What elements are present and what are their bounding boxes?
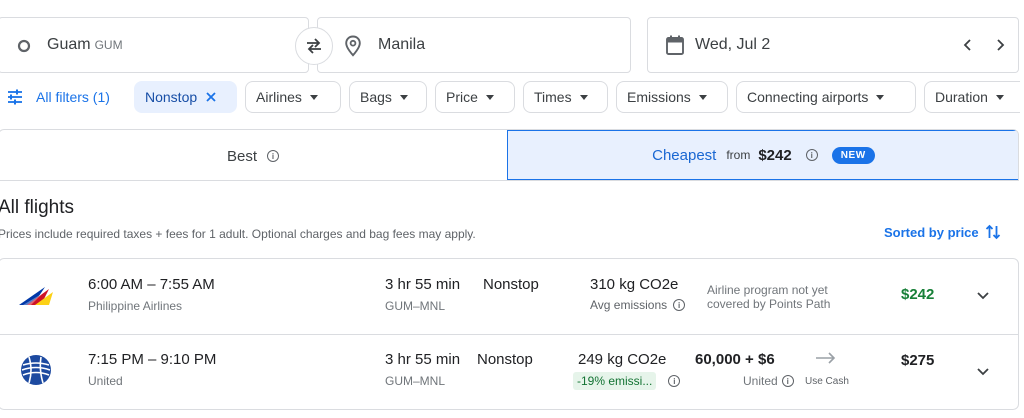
flight-duration: 3 hr 55 min	[385, 276, 461, 293]
chip-emissions[interactable]: Emissions	[616, 81, 728, 113]
all-filters-label: All filters (1)	[36, 89, 110, 105]
flight-stops: Nonstop	[483, 276, 539, 293]
info-icon[interactable]: i	[781, 375, 794, 387]
info-icon[interactable]: i	[267, 150, 279, 162]
points-note-line2: covered by Points Path	[707, 297, 831, 311]
chip-duration-label: Duration	[935, 89, 988, 105]
chevron-right-icon[interactable]	[992, 37, 1008, 53]
sort-tabs: Best i Cheapest from $242 i NEW	[0, 129, 1019, 181]
tab-cheapest-from: from	[726, 148, 751, 162]
flight-co2: 310 kg CO2e	[590, 276, 679, 293]
swap-button[interactable]	[295, 27, 333, 65]
flight-list: 6:00 AM – 7:55 AM Philippine Airlines 3 …	[0, 258, 1019, 410]
chip-emissions-label: Emissions	[627, 89, 691, 105]
flight-stops: Nonstop	[477, 351, 533, 368]
close-icon[interactable]	[205, 91, 217, 103]
chevron-down-icon[interactable]	[969, 357, 997, 385]
filter-sliders-icon	[6, 89, 24, 105]
date-field[interactable]: Wed, Jul 2	[647, 17, 1019, 73]
sort-button[interactable]: Sorted by price	[884, 223, 1001, 241]
chevron-down-icon	[698, 94, 707, 100]
flight-price: $242	[901, 286, 935, 303]
points-note-line1: Airline program not yet	[707, 283, 828, 297]
chevron-down-icon	[485, 94, 494, 100]
chip-duration[interactable]: Duration	[924, 81, 1020, 113]
chevron-down-icon	[876, 94, 885, 100]
sort-label: Sorted by price	[884, 224, 979, 240]
all-filters-button[interactable]: All filters (1)	[6, 81, 110, 113]
origin-field[interactable]: Guam GUM	[0, 17, 309, 73]
chip-price[interactable]: Price	[435, 81, 515, 113]
tab-best-label: Best	[226, 147, 257, 165]
destination-text: Manila	[378, 36, 426, 53]
flight-times: 6:00 AM – 7:55 AM	[88, 276, 215, 293]
new-badge: NEW	[831, 146, 875, 164]
flight-row[interactable]: 7:15 PM – 9:10 PM United 3 hr 55 min GUM…	[0, 334, 1018, 409]
chip-airlines[interactable]: Airlines	[245, 81, 341, 113]
flight-row[interactable]: 6:00 AM – 7:55 AM Philippine Airlines 3 …	[0, 259, 1018, 334]
chip-airlines-label: Airlines	[256, 89, 302, 105]
section-title: All flights	[0, 197, 75, 218]
airline-name: Philippine Airlines	[88, 299, 183, 313]
info-icon[interactable]: i	[673, 299, 686, 311]
destination-field[interactable]: Manila	[317, 17, 631, 73]
philippine-airlines-logo	[19, 283, 55, 310]
points-value: 60,000 + $6	[695, 351, 775, 368]
chip-connecting-airports[interactable]: Connecting airports	[736, 81, 916, 113]
info-icon[interactable]: i	[805, 149, 818, 161]
origin-city: Guam	[47, 36, 91, 53]
origin-code: GUM	[94, 38, 123, 52]
emissions-badge: -19% emissi...	[573, 372, 657, 390]
chip-bags[interactable]: Bags	[349, 81, 427, 113]
chip-nonstop[interactable]: Nonstop	[134, 81, 237, 113]
use-cash-link[interactable]: Use Cash	[805, 376, 849, 387]
points-program: United	[743, 374, 778, 388]
info-icon[interactable]: i	[668, 375, 681, 387]
chevron-down-icon	[399, 94, 408, 100]
chevron-left-icon[interactable]	[960, 37, 976, 53]
emissions-note: Avg emissions	[590, 298, 668, 312]
flight-route: GUM–MNL	[385, 299, 446, 313]
united-logo	[19, 353, 53, 392]
chevron-down-icon	[309, 94, 318, 100]
chip-times[interactable]: Times	[523, 81, 608, 113]
calendar-icon	[665, 34, 685, 56]
date-text: Wed, Jul 2	[695, 36, 771, 53]
arrow-right-icon	[815, 351, 837, 365]
chip-nonstop-label: Nonstop	[145, 89, 198, 105]
flight-route: GUM–MNL	[385, 374, 446, 388]
tab-cheapest-label: Cheapest	[652, 146, 717, 164]
flight-price: $275	[901, 352, 935, 369]
swap-icon	[304, 36, 324, 56]
chip-bags-label: Bags	[360, 89, 392, 105]
chip-price-label: Price	[446, 89, 478, 105]
origin-circle-icon	[17, 39, 31, 53]
price-disclaimer: Prices include required taxes + fees for…	[0, 227, 476, 241]
chip-times-label: Times	[534, 89, 572, 105]
chevron-down-icon	[579, 94, 588, 100]
location-pin-icon	[344, 35, 362, 57]
chevron-down-icon[interactable]	[969, 281, 997, 309]
airline-name: United	[88, 374, 123, 388]
chevron-down-icon	[995, 94, 1004, 100]
chip-connecting-airports-label: Connecting airports	[747, 89, 869, 105]
tab-best[interactable]: Best i	[0, 130, 507, 180]
tab-cheapest[interactable]: Cheapest from $242 i NEW	[507, 130, 1018, 180]
flight-co2: 249 kg CO2e	[578, 351, 667, 368]
flight-times: 7:15 PM – 9:10 PM	[88, 351, 217, 368]
sort-arrows-icon	[985, 223, 1001, 241]
tab-cheapest-price: $242	[758, 146, 792, 164]
flight-duration: 3 hr 55 min	[385, 351, 461, 368]
